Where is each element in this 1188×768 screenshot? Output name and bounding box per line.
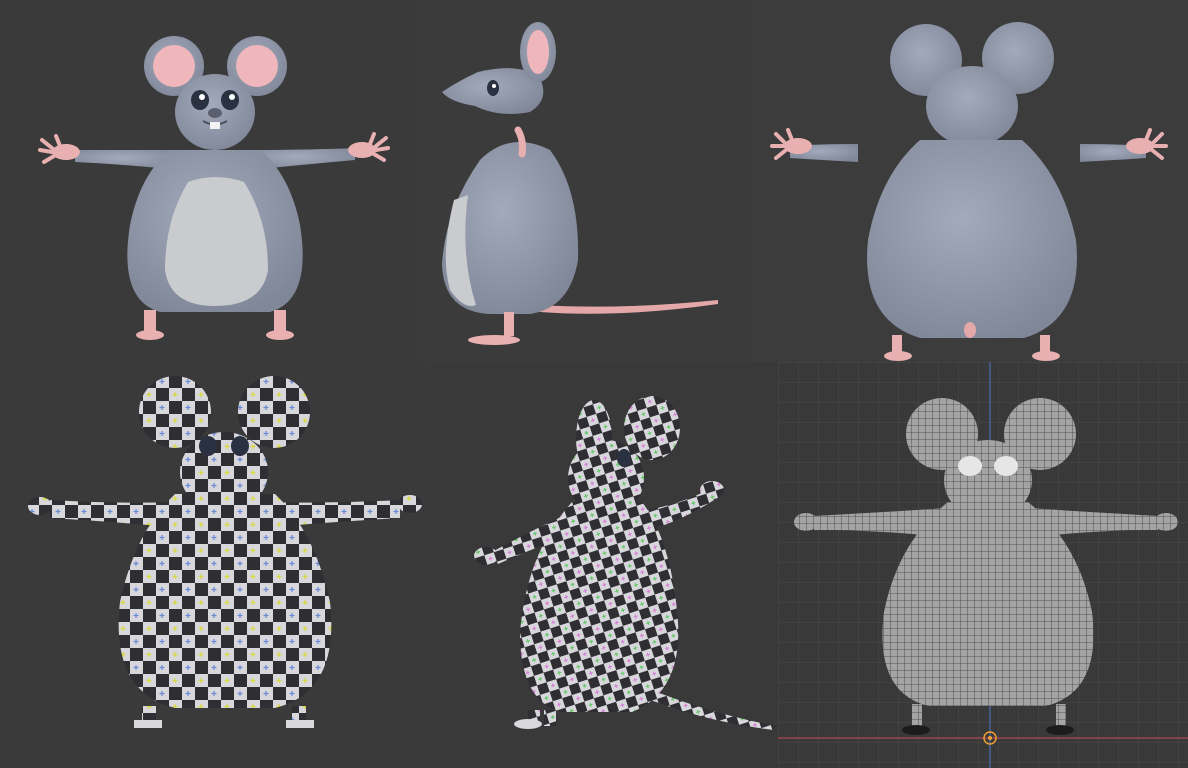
mouse-figure xyxy=(442,22,718,345)
mouse-figure xyxy=(28,376,422,728)
mouse-figure xyxy=(474,396,776,730)
view-side-shaded xyxy=(420,0,750,362)
mouse-figure xyxy=(38,36,390,340)
view-front-wireframe xyxy=(778,362,1188,768)
view-front-shaded xyxy=(0,0,420,362)
view-three-quarter-uv-checker xyxy=(432,362,778,768)
view-back-shaded xyxy=(750,0,1188,362)
character-turnaround-sheet xyxy=(0,0,1188,768)
mouse-figure xyxy=(770,22,1168,361)
view-front-uv-checker xyxy=(0,362,432,768)
